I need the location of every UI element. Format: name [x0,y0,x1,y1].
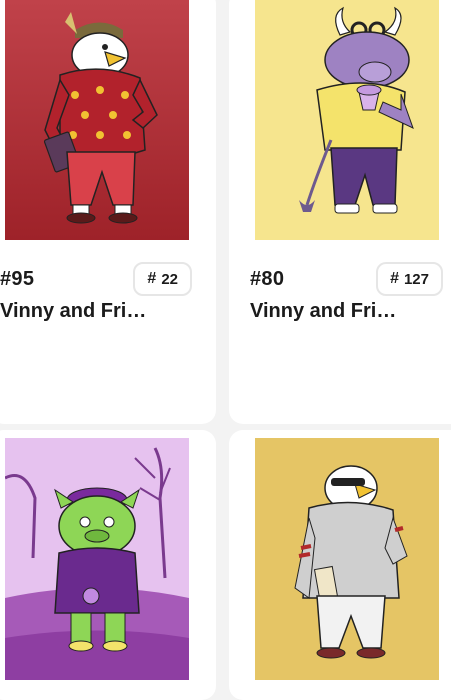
purple-bull-artwork [255,0,439,240]
nft-card[interactable] [229,430,451,700]
rank-value: 127 [403,270,429,288]
card-meta: #95 # 22 [0,262,192,298]
nft-artwork[interactable] [255,438,439,680]
rank-value: 22 [161,270,178,288]
eagle-in-red-sweater-artwork [5,0,189,240]
eagle-in-sunglasses-artwork [255,438,439,680]
card-meta: #80 # 127 [250,262,443,298]
rank-hash-icon: # [390,270,399,287]
token-number: #95 [0,268,35,290]
green-pig-artwork [5,438,189,680]
collection-title[interactable]: Vinny and Friends [0,300,150,323]
token-number: #80 [250,268,285,290]
nft-card[interactable]: #95 # 22 Vinny and Friends [0,0,216,424]
collection-title[interactable]: Vinny and Friends [250,300,402,323]
nft-artwork[interactable] [5,0,189,240]
nft-card[interactable]: #80 # 127 Vinny and Friends [229,0,451,424]
rank-badge[interactable]: # 22 [133,262,192,296]
rank-hash-icon: # [147,270,157,287]
nft-artwork[interactable] [5,438,189,680]
nft-artwork[interactable] [255,0,439,240]
nft-card[interactable] [0,430,216,700]
rank-badge[interactable]: # 127 [376,262,443,296]
